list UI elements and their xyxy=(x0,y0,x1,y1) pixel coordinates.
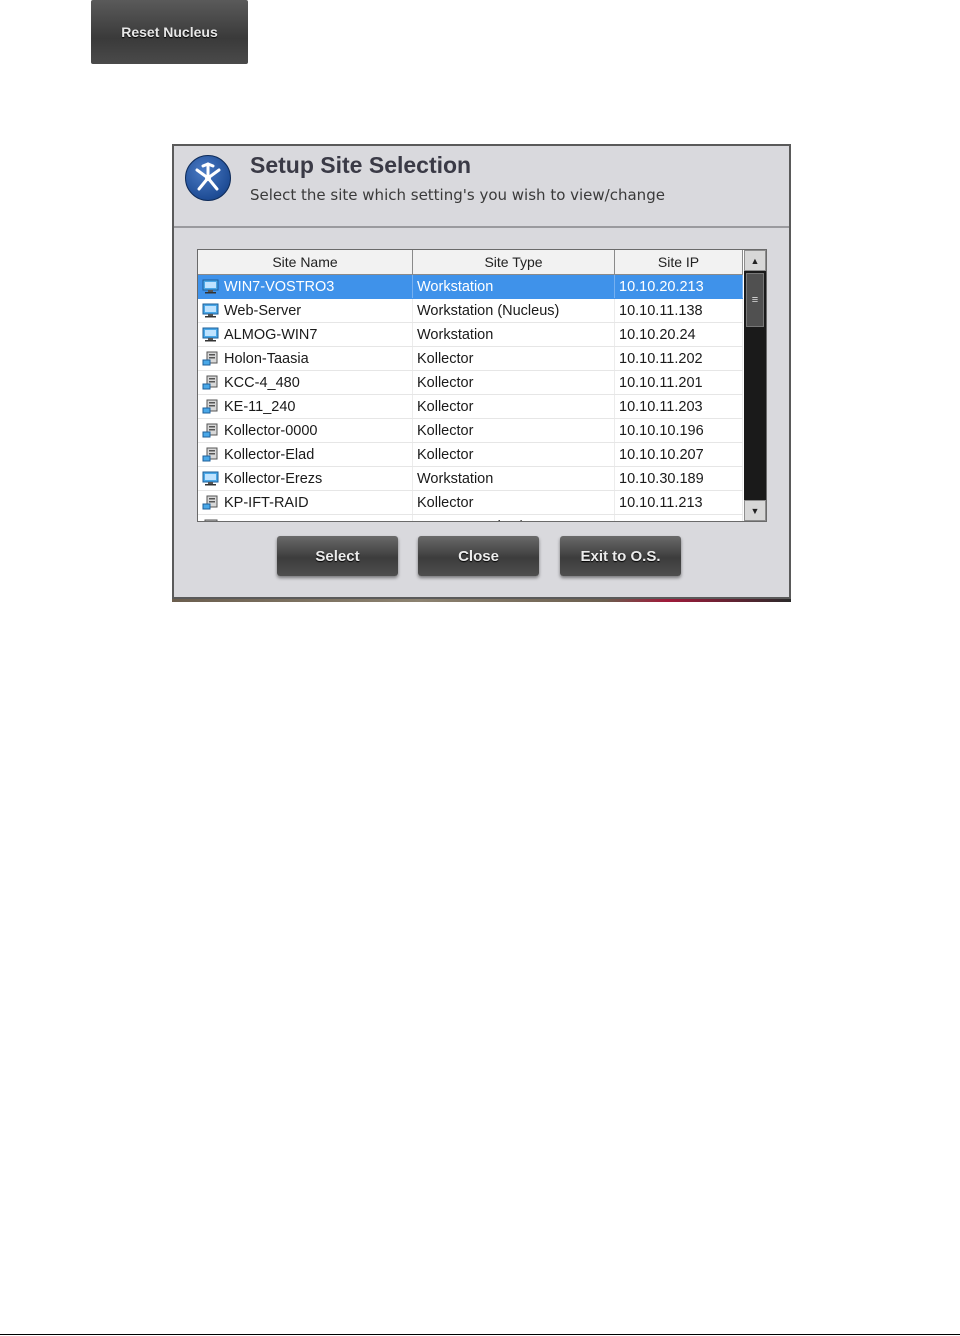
workstation-icon xyxy=(202,303,219,318)
site-type-cell: Kollector xyxy=(413,395,615,418)
site-name-cell: Kollector-Elad xyxy=(198,443,413,466)
encoder-icon xyxy=(202,519,219,521)
site-name-cell: Holon-Taasia xyxy=(198,347,413,370)
site-name-text: Holon-Taasia xyxy=(224,350,309,367)
site-name-text: Kollector-Erezs xyxy=(224,470,323,487)
site-ip-cell: 10.10.20.24 xyxy=(615,323,743,346)
site-name-text: Web-Server xyxy=(224,302,302,319)
column-header-site-type[interactable]: Site Type xyxy=(413,250,615,274)
site-name-text: KE-11_240 xyxy=(224,398,296,415)
site-type-cell: Workstation xyxy=(413,323,615,346)
site-type-cell: Kollector xyxy=(413,419,615,442)
reset-nucleus-button[interactable]: Reset Nucleus xyxy=(91,0,248,64)
scroll-up-icon[interactable]: ▲ xyxy=(744,250,766,271)
scroll-thumb[interactable]: ≡ xyxy=(746,273,764,327)
table-row[interactable]: ALMOG-WIN7 Workstation 10.10.20.24 xyxy=(198,323,743,347)
kollector-icon xyxy=(202,399,219,414)
site-name-text: Kollector-0000 xyxy=(224,422,318,439)
table-row[interactable]: KP-IFT-RAID Kollector 10.10.11.213 xyxy=(198,491,743,515)
table-row[interactable]: Kollector-0000 Kollector 10.10.10.196 xyxy=(198,419,743,443)
site-ip-cell: 10.10.11.138 xyxy=(615,299,743,322)
site-name-cell: ALMOG-WIN7 xyxy=(198,323,413,346)
site-name-cell: Kollector-Erezs xyxy=(198,467,413,490)
site-ip-cell: 10.10.11.201 xyxy=(615,371,743,394)
column-header-site-name[interactable]: Site Name xyxy=(198,250,413,274)
site-name-cell: KP-IFT-RAID xyxy=(198,491,413,514)
site-type-cell: Kollector xyxy=(413,443,615,466)
table-row[interactable]: KTX-QA-1 H.264 Encoder / SVET-HD10.10.11.… xyxy=(198,515,743,522)
site-type-cell: Workstation (Nucleus) xyxy=(413,299,615,322)
table-row[interactable]: KCC-4_480 Kollector 10.10.11.201 xyxy=(198,371,743,395)
site-name-text: ALMOG-WIN7 xyxy=(224,326,318,343)
site-ip-cell: 10.10.11.203 xyxy=(615,395,743,418)
select-button[interactable]: Select xyxy=(277,536,398,576)
workstation-icon xyxy=(202,327,219,342)
site-name-text: KP-IFT-RAID xyxy=(224,494,309,511)
site-ip-cell: 10.10.11.213 xyxy=(615,491,743,514)
site-name-text: KTX-QA-1 xyxy=(224,519,291,522)
exit-to-os-button[interactable]: Exit to O.S. xyxy=(560,536,681,576)
site-ip-cell: 10.10.11.232 xyxy=(615,515,743,521)
site-ip-cell: 10.10.11.202 xyxy=(615,347,743,370)
site-ip-cell: 10.10.30.189 xyxy=(615,467,743,490)
dialog-title: Setup Site Selection xyxy=(250,152,472,178)
table-body: WIN7-VOSTRO3 Workstation 10.10.20.213 Web-S… xyxy=(198,275,743,522)
kollector-icon xyxy=(202,351,219,366)
kollector-icon xyxy=(202,495,219,510)
page-divider xyxy=(0,1334,960,1335)
site-name-cell: KTX-QA-1 xyxy=(198,515,413,522)
scroll-down-icon[interactable]: ▼ xyxy=(744,500,766,521)
site-name-cell: KE-11_240 xyxy=(198,395,413,418)
table-row[interactable]: Kollector-Elad Kollector 10.10.10.207 xyxy=(198,443,743,467)
kollector-icon xyxy=(202,447,219,462)
site-type-cell: Kollector xyxy=(413,371,615,394)
site-ip-cell: 10.10.10.196 xyxy=(615,419,743,442)
dialog-header: Setup Site Selection Select the site whi… xyxy=(174,146,789,228)
dialog-subtitle: Select the site which setting's you wish… xyxy=(250,186,665,204)
site-type-cell: Kollector xyxy=(413,347,615,370)
site-ip-cell: 10.10.20.213 xyxy=(615,275,743,298)
kollector-icon xyxy=(202,423,219,438)
workstation-icon xyxy=(202,471,219,486)
site-name-text: KCC-4_480 xyxy=(224,374,300,391)
table-row[interactable]: KE-11_240 Kollector 10.10.11.203 xyxy=(198,395,743,419)
site-name-cell: KCC-4_480 xyxy=(198,371,413,394)
site-ip-cell: 10.10.10.207 xyxy=(615,443,743,466)
site-type-cell: H.264 Encoder / SVET-HD xyxy=(413,515,615,521)
site-type-cell: Workstation xyxy=(413,275,615,298)
kollector-icon xyxy=(202,375,219,390)
setup-site-selection-dialog: Setup Site Selection Select the site whi… xyxy=(172,144,791,602)
site-name-text: WIN7-VOSTRO3 xyxy=(224,278,335,295)
site-name-cell: WIN7-VOSTRO3 xyxy=(198,275,413,298)
column-header-site-ip[interactable]: Site IP xyxy=(615,250,743,274)
site-selection-icon xyxy=(185,155,231,201)
site-table: Site Name Site Type Site IP WIN7-VOSTRO3… xyxy=(197,249,767,522)
workstation-icon xyxy=(202,279,219,294)
site-type-cell: Workstation xyxy=(413,467,615,490)
table-row[interactable]: Web-Server Workstation (Nucleus) 10.10.11.… xyxy=(198,299,743,323)
table-row[interactable]: WIN7-VOSTRO3 Workstation 10.10.20.213 xyxy=(198,275,743,299)
table-header: Site Name Site Type Site IP xyxy=(198,250,743,275)
site-name-cell: Web-Server xyxy=(198,299,413,322)
table-row[interactable]: Kollector-Erezs Workstation 10.10.30.189 xyxy=(198,467,743,491)
vertical-scrollbar[interactable]: ▲ ≡ ▼ xyxy=(744,250,766,521)
site-type-cell: Kollector xyxy=(413,491,615,514)
table-row[interactable]: Holon-Taasia Kollector 10.10.11.202 xyxy=(198,347,743,371)
close-button[interactable]: Close xyxy=(418,536,539,576)
site-name-text: Kollector-Elad xyxy=(224,446,315,463)
site-name-cell: Kollector-0000 xyxy=(198,419,413,442)
